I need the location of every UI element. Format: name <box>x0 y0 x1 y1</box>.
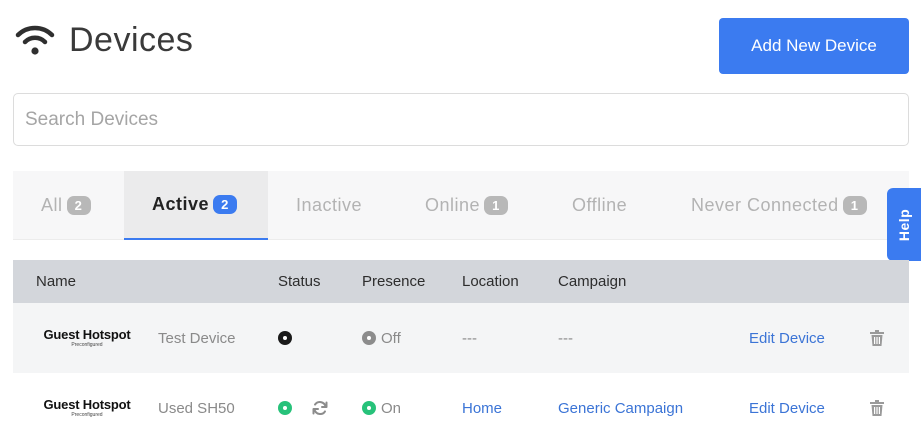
tab-all[interactable]: All 2 <box>29 171 101 240</box>
help-label: Help <box>896 208 912 241</box>
status-offline-icon <box>278 331 292 345</box>
tab-offline[interactable]: Offline <box>572 171 627 240</box>
tab-label: Offline <box>572 195 628 215</box>
tab-online[interactable]: Online 1 <box>425 171 509 240</box>
brand-subtitle: Preconfigured <box>71 341 103 348</box>
tab-label: Never Connected <box>691 195 839 215</box>
search-input[interactable] <box>13 93 909 146</box>
tab-count-badge: 1 <box>842 196 867 215</box>
column-header-location: Location <box>462 273 519 290</box>
tab-count-badge: 2 <box>213 195 238 214</box>
presence-cell: Off <box>362 303 401 373</box>
tab-label: Active <box>152 194 210 214</box>
filter-tabs: All 2 Active 2 Inactive Online 1 Offline… <box>13 171 909 240</box>
sync-icon[interactable] <box>312 373 328 437</box>
wifi-icon <box>13 18 57 62</box>
status-cell <box>278 303 292 373</box>
column-header-presence: Presence <box>362 273 426 290</box>
help-button[interactable]: Help <box>887 188 921 261</box>
brand-subtitle: Preconfigured <box>71 411 103 418</box>
add-new-device-button[interactable]: Add New Device <box>719 18 909 74</box>
tab-count-badge: 1 <box>484 196 509 215</box>
brand-name: Guest Hotspot <box>43 396 131 412</box>
tab-label: Inactive <box>296 195 363 215</box>
status-online-icon <box>278 401 292 415</box>
trash-icon[interactable] <box>870 373 884 437</box>
campaign-cell: --- <box>558 329 573 347</box>
column-header-campaign: Campaign <box>558 273 627 290</box>
table-row: Guest Hotspot Preconfigured Used SH50 On… <box>13 373 909 437</box>
page-header: Devices <box>13 18 193 62</box>
presence-off-icon <box>362 331 376 345</box>
status-cell <box>278 373 292 437</box>
column-header-name: Name <box>36 273 77 290</box>
tab-label: All <box>41 195 63 215</box>
presence-cell: On <box>362 373 401 437</box>
device-brand-logo: Guest Hotspot Preconfigured <box>41 373 133 437</box>
edit-device-link[interactable]: Edit Device <box>749 303 825 373</box>
tab-inactive[interactable]: Inactive <box>296 171 362 240</box>
tab-label: Online <box>425 195 481 215</box>
tab-active[interactable]: Active 2 <box>124 171 268 240</box>
brand-name: Guest Hotspot <box>43 326 131 342</box>
table-header: Name Status Presence Location Campaign <box>13 260 909 303</box>
device-brand-logo: Guest Hotspot Preconfigured <box>41 303 133 373</box>
edit-device-link[interactable]: Edit Device <box>749 373 825 437</box>
location-cell: --- <box>462 329 477 347</box>
device-name: Test Device <box>158 329 236 347</box>
presence-label: On <box>381 399 402 417</box>
trash-icon[interactable] <box>870 303 884 373</box>
presence-on-icon <box>362 401 376 415</box>
page-title: Devices <box>69 20 194 59</box>
presence-label: Off <box>381 329 401 347</box>
location-link[interactable]: Home <box>462 373 502 437</box>
column-header-status: Status <box>278 273 321 290</box>
table-row: Guest Hotspot Preconfigured Test Device … <box>13 303 909 373</box>
device-name: Used SH50 <box>158 399 235 417</box>
campaign-link[interactable]: Generic Campaign <box>558 373 683 437</box>
tab-never-connected[interactable]: Never Connected 1 <box>691 171 867 240</box>
tab-count-badge: 2 <box>66 196 91 215</box>
